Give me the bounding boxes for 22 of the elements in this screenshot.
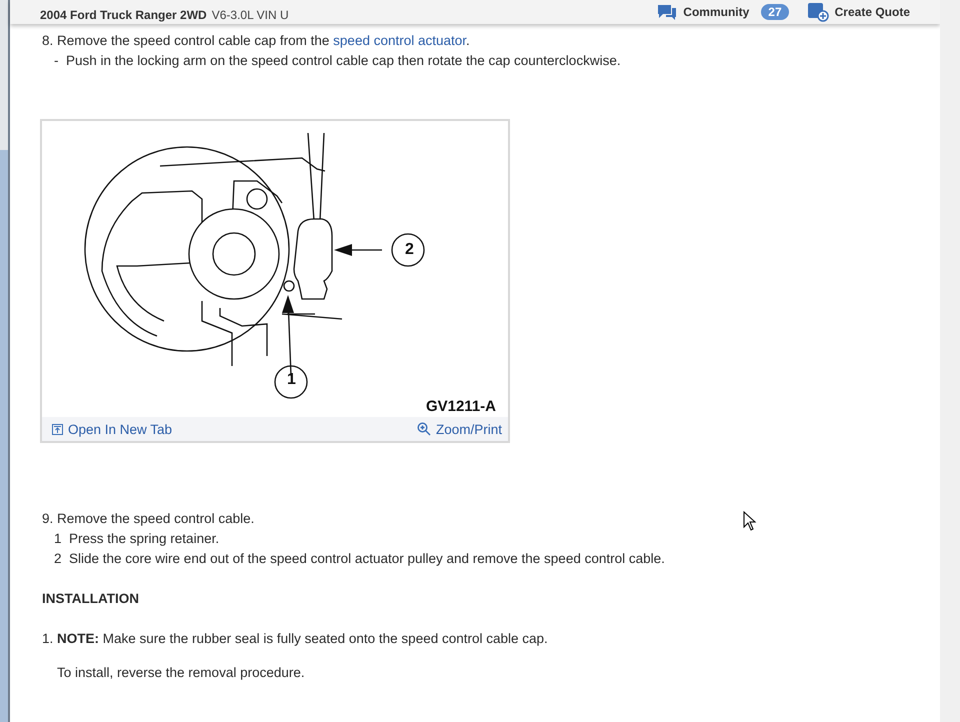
substep-text: 1 Press the spring retainer. [53,530,220,548]
section-heading: INSTALLATION [42,590,139,608]
open-new-tab-link[interactable]: Open In New Tab [52,422,172,436]
figure-code: GV1211-A [426,398,496,415]
substep-text: 2 Slide the core wire end out of the speed control actuator pulley and remove the speed control cable. [53,550,665,568]
vehicle-title: 2004 Ford Truck Ranger 2WD [40,8,207,22]
external-tab-icon [52,424,63,434]
zoom-icon [416,422,431,436]
community-link[interactable]: Community [683,5,750,19]
create-quote-link[interactable]: Create Quote [834,5,910,19]
step-text: To install, reverse the removal procedure. [56,664,305,682]
mouse-cursor-icon [743,511,757,531]
step-text: 9. Remove the speed control cable. [42,510,254,528]
substep-text: - Push in the locking arm on the speed control cable cap then rotate the cap counterclockwise. [53,52,621,70]
zoom-print-link[interactable]: Zoom/Print [416,422,502,436]
callout-number: 2 [405,241,414,259]
engine-subtitle: V6-3.0L VIN U [212,8,289,22]
actuator-link[interactable]: speed control actuator [333,33,466,48]
step-text: 1. NOTE: Make sure the rubber seal is fully seated onto the speed control cable cap. [42,630,548,648]
community-count: 27 [761,4,789,20]
chat-icon [657,4,678,20]
step-text: 8. Remove the speed control cable cap from the speed control actuator. [42,32,470,50]
